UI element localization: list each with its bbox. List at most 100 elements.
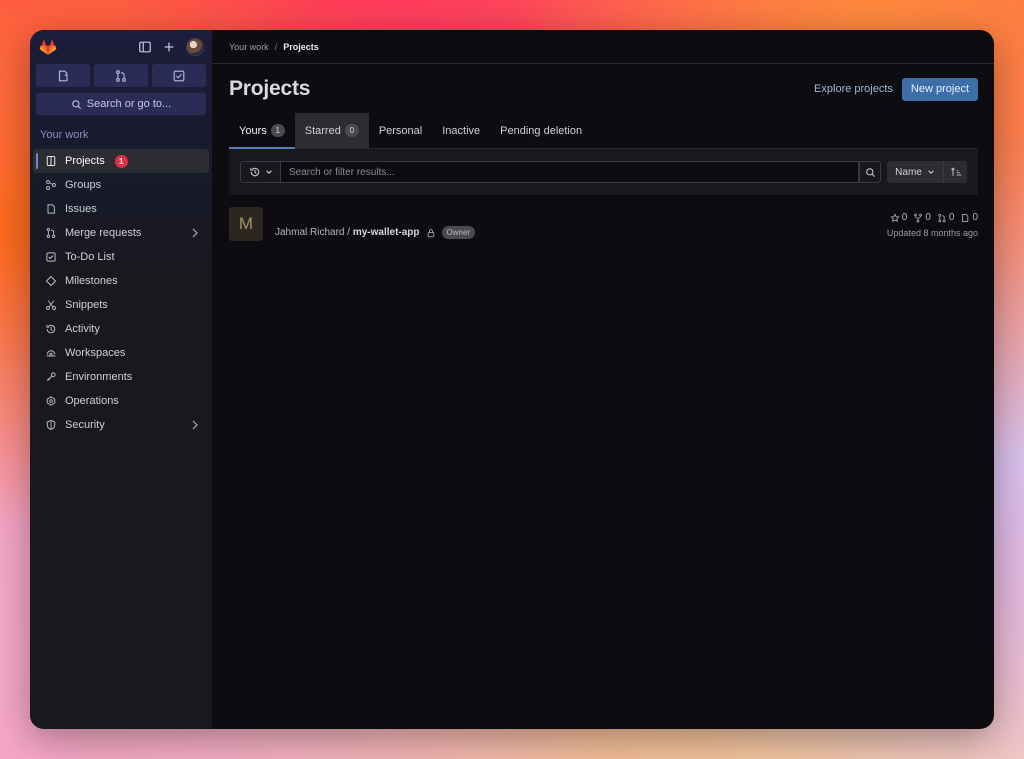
operations-icon — [45, 395, 57, 407]
role-badge: Owner — [441, 226, 476, 239]
merge-requests-value: 0 — [948, 212, 955, 223]
tab-count-badge: 0 — [344, 124, 359, 137]
tab-personal[interactable]: Personal — [369, 113, 432, 148]
sidebar: Search or go to... Your work Projects 1 … — [30, 30, 212, 729]
history-icon — [249, 166, 261, 178]
sidebar-item-merge-requests[interactable]: Merge requests — [33, 221, 209, 245]
tab-label: Starred — [304, 124, 341, 137]
chevron-down-icon — [265, 168, 273, 176]
project-namespace[interactable]: Jahmal Richard — [275, 227, 344, 238]
breadcrumb-current[interactable]: Projects — [283, 42, 319, 52]
tab-label: Yours — [239, 124, 267, 137]
sort-label: Name — [895, 166, 922, 178]
issue-icon — [960, 213, 970, 223]
fork-icon — [913, 213, 923, 223]
merge-requests-count[interactable]: 0 — [937, 212, 955, 223]
sidebar-item-label: Activity — [65, 323, 100, 335]
header-actions: Explore projects New project — [814, 77, 978, 101]
project-icon — [45, 155, 57, 167]
tab-count-badge: 1 — [270, 124, 285, 137]
filter-search-input[interactable]: Search or filter results... — [281, 161, 859, 183]
issues-count[interactable]: 0 — [960, 212, 978, 223]
breadcrumb: Your work / Projects — [212, 30, 994, 64]
sidebar-item-groups[interactable]: Groups — [33, 173, 209, 197]
main-content: Your work / Projects Projects Explore pr… — [212, 30, 994, 729]
history-icon — [45, 323, 57, 335]
search-submit-button[interactable] — [859, 161, 881, 183]
forks-count[interactable]: 0 — [913, 212, 931, 223]
sidebar-section-title: Your work — [40, 129, 89, 141]
sidebar-item-label: Security — [65, 419, 105, 431]
breadcrumb-separator: / — [274, 41, 278, 52]
sidebar-item-projects[interactable]: Projects 1 — [33, 149, 209, 173]
page-header: Projects Explore projects New project — [212, 64, 994, 101]
tab-inactive[interactable]: Inactive — [432, 113, 490, 148]
project-tabs: Yours 1 Starred 0 Personal Inactive Pend… — [229, 113, 978, 149]
sidebar-toggle-icon[interactable] — [138, 40, 152, 54]
todo-shortcut-button[interactable] — [152, 64, 206, 87]
environment-icon — [45, 371, 57, 383]
sidebar-item-snippets[interactable]: Snippets — [33, 293, 209, 317]
sidebar-item-label: Workspaces — [65, 347, 126, 359]
sort-by-dropdown[interactable]: Name — [887, 161, 943, 183]
search-or-go-to-button[interactable]: Search or go to... — [36, 93, 206, 115]
merge-requests-shortcut-button[interactable] — [94, 64, 148, 87]
project-stats: 0 0 0 0 — [890, 212, 978, 223]
tab-label: Pending deletion — [500, 124, 583, 137]
gitlab-logo-icon[interactable] — [38, 37, 58, 57]
sidebar-item-label: Issues — [65, 203, 97, 215]
merge-request-icon — [937, 213, 947, 223]
breadcrumb-parent[interactable]: Your work — [229, 42, 269, 52]
sidebar-item-environments[interactable]: Environments — [33, 365, 209, 389]
projects-count-badge: 1 — [114, 154, 128, 168]
plus-icon[interactable] — [162, 40, 176, 54]
app-window: Search or go to... Your work Projects 1 … — [30, 30, 994, 729]
sidebar-item-operations[interactable]: Operations — [33, 389, 209, 413]
issue-icon — [45, 203, 57, 215]
project-list-item[interactable]: M Jahmal Richard / my-wallet-app Owner 0… — [229, 207, 978, 247]
project-name-link[interactable]: my-wallet-app — [353, 227, 420, 238]
quick-actions — [30, 64, 212, 87]
tab-yours[interactable]: Yours 1 — [229, 113, 295, 149]
sidebar-item-workspaces[interactable]: Workspaces — [33, 341, 209, 365]
filter-bar: Search or filter results... Name — [229, 149, 978, 195]
user-avatar[interactable] — [186, 38, 204, 56]
tab-starred[interactable]: Starred 0 — [294, 113, 369, 148]
stars-count[interactable]: 0 — [890, 212, 907, 223]
tab-label: Inactive — [442, 124, 481, 137]
sidebar-item-milestones[interactable]: Milestones — [33, 269, 209, 293]
sidebar-item-label: To-Do List — [65, 251, 115, 263]
snippet-icon — [45, 299, 57, 311]
chevron-right-icon — [191, 420, 199, 430]
sidebar-item-security[interactable]: Security — [33, 413, 209, 437]
sort-ascending-icon — [950, 166, 962, 178]
star-icon — [890, 212, 900, 223]
merge-request-icon — [45, 227, 57, 239]
sort-direction-button[interactable] — [943, 161, 967, 183]
issues-shortcut-button[interactable] — [36, 64, 90, 87]
sidebar-item-activity[interactable]: Activity — [33, 317, 209, 341]
sidebar-item-label: Merge requests — [65, 227, 142, 239]
sidebar-nav: Projects 1 Groups Issues Merge requests … — [30, 149, 212, 437]
sidebar-item-label: Environments — [65, 371, 133, 383]
page-title: Projects — [229, 77, 311, 100]
chevron-down-icon — [927, 168, 935, 176]
search-icon — [71, 99, 82, 110]
new-project-button[interactable]: New project — [901, 77, 978, 101]
recent-searches-button[interactable] — [240, 161, 281, 183]
sidebar-item-label: Groups — [65, 179, 102, 191]
todo-icon — [45, 251, 57, 263]
sidebar-item-label: Projects — [65, 155, 105, 167]
project-updated-time: Updated 8 months ago — [886, 228, 978, 238]
milestone-icon — [45, 275, 57, 287]
tab-pending-deletion[interactable]: Pending deletion — [490, 113, 592, 148]
sort-controls: Name — [887, 161, 967, 183]
group-icon — [45, 179, 57, 191]
project-avatar[interactable]: M — [229, 207, 263, 241]
sidebar-item-issues[interactable]: Issues — [33, 197, 209, 221]
project-title: Jahmal Richard / my-wallet-app Owner — [275, 218, 476, 247]
search-icon — [865, 167, 876, 178]
sidebar-item-todo-list[interactable]: To-Do List — [33, 245, 209, 269]
issue-icon — [56, 69, 70, 83]
explore-projects-button[interactable]: Explore projects — [814, 83, 893, 95]
